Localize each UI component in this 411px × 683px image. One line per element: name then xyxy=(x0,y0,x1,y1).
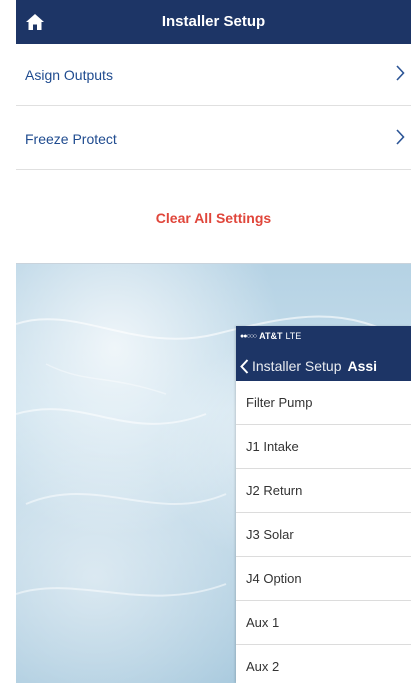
clear-all-settings-label: Clear All Settings xyxy=(155,209,272,226)
back-button[interactable] xyxy=(240,358,249,374)
output-list-item-label: J2 Return xyxy=(246,483,303,498)
menu-item-label: Freeze Protect xyxy=(25,130,117,147)
installer-setup-screen: Installer Setup Asign Outputs Freeze Pro… xyxy=(16,0,411,683)
chevron-right-icon xyxy=(396,129,405,145)
menu-item-asign-outputs[interactable]: Asign Outputs xyxy=(16,44,411,106)
back-button-label[interactable]: Installer Setup xyxy=(252,358,342,374)
clear-all-settings-button[interactable]: Clear All Settings xyxy=(16,172,411,264)
output-list-item[interactable]: J1 Intake xyxy=(236,425,411,469)
page-title: Installer Setup xyxy=(161,13,266,30)
output-list-item[interactable]: J4 Option xyxy=(236,557,411,601)
network-label: LTE xyxy=(285,331,302,341)
output-list-item-label: Filter Pump xyxy=(246,395,313,410)
chevron-left-icon xyxy=(240,358,249,374)
signal-strength-icon: ●●○○○ xyxy=(240,332,257,340)
status-bar: ●●○○○ AT&T LTE xyxy=(240,330,301,342)
menu-item-freeze-protect[interactable]: Freeze Protect xyxy=(16,108,411,170)
output-list-item[interactable]: Filter Pump xyxy=(236,381,411,425)
chevron-right-icon xyxy=(396,65,405,81)
output-list-item[interactable]: Aux 2 xyxy=(236,645,411,683)
output-list-item[interactable]: J3 Solar xyxy=(236,513,411,557)
output-list-item-label: J3 Solar xyxy=(246,527,294,542)
overlay-phone-nav: Installer Setup Assi xyxy=(240,356,377,376)
output-list-item-label: Aux 1 xyxy=(246,615,280,630)
output-list-item-label: Aux 2 xyxy=(246,659,280,674)
menu-item-label: Asign Outputs xyxy=(25,66,113,83)
carrier-label: AT&T xyxy=(259,331,283,341)
overlay-phone-title: Assi xyxy=(347,358,378,374)
overlay-phone-header: ●●○○○ AT&T LTE Installer Setup Assi xyxy=(236,326,411,381)
overlay-phone-screenshot: ●●○○○ AT&T LTE Installer Setup Assi Filt… xyxy=(236,326,411,683)
output-list-item[interactable]: Aux 1 xyxy=(236,601,411,645)
output-list-item[interactable]: J2 Return xyxy=(236,469,411,513)
output-list-item-label: J1 Intake xyxy=(246,439,299,454)
top-navigation-bar: Installer Setup xyxy=(16,0,411,44)
output-list-item-label: J4 Option xyxy=(246,571,302,586)
